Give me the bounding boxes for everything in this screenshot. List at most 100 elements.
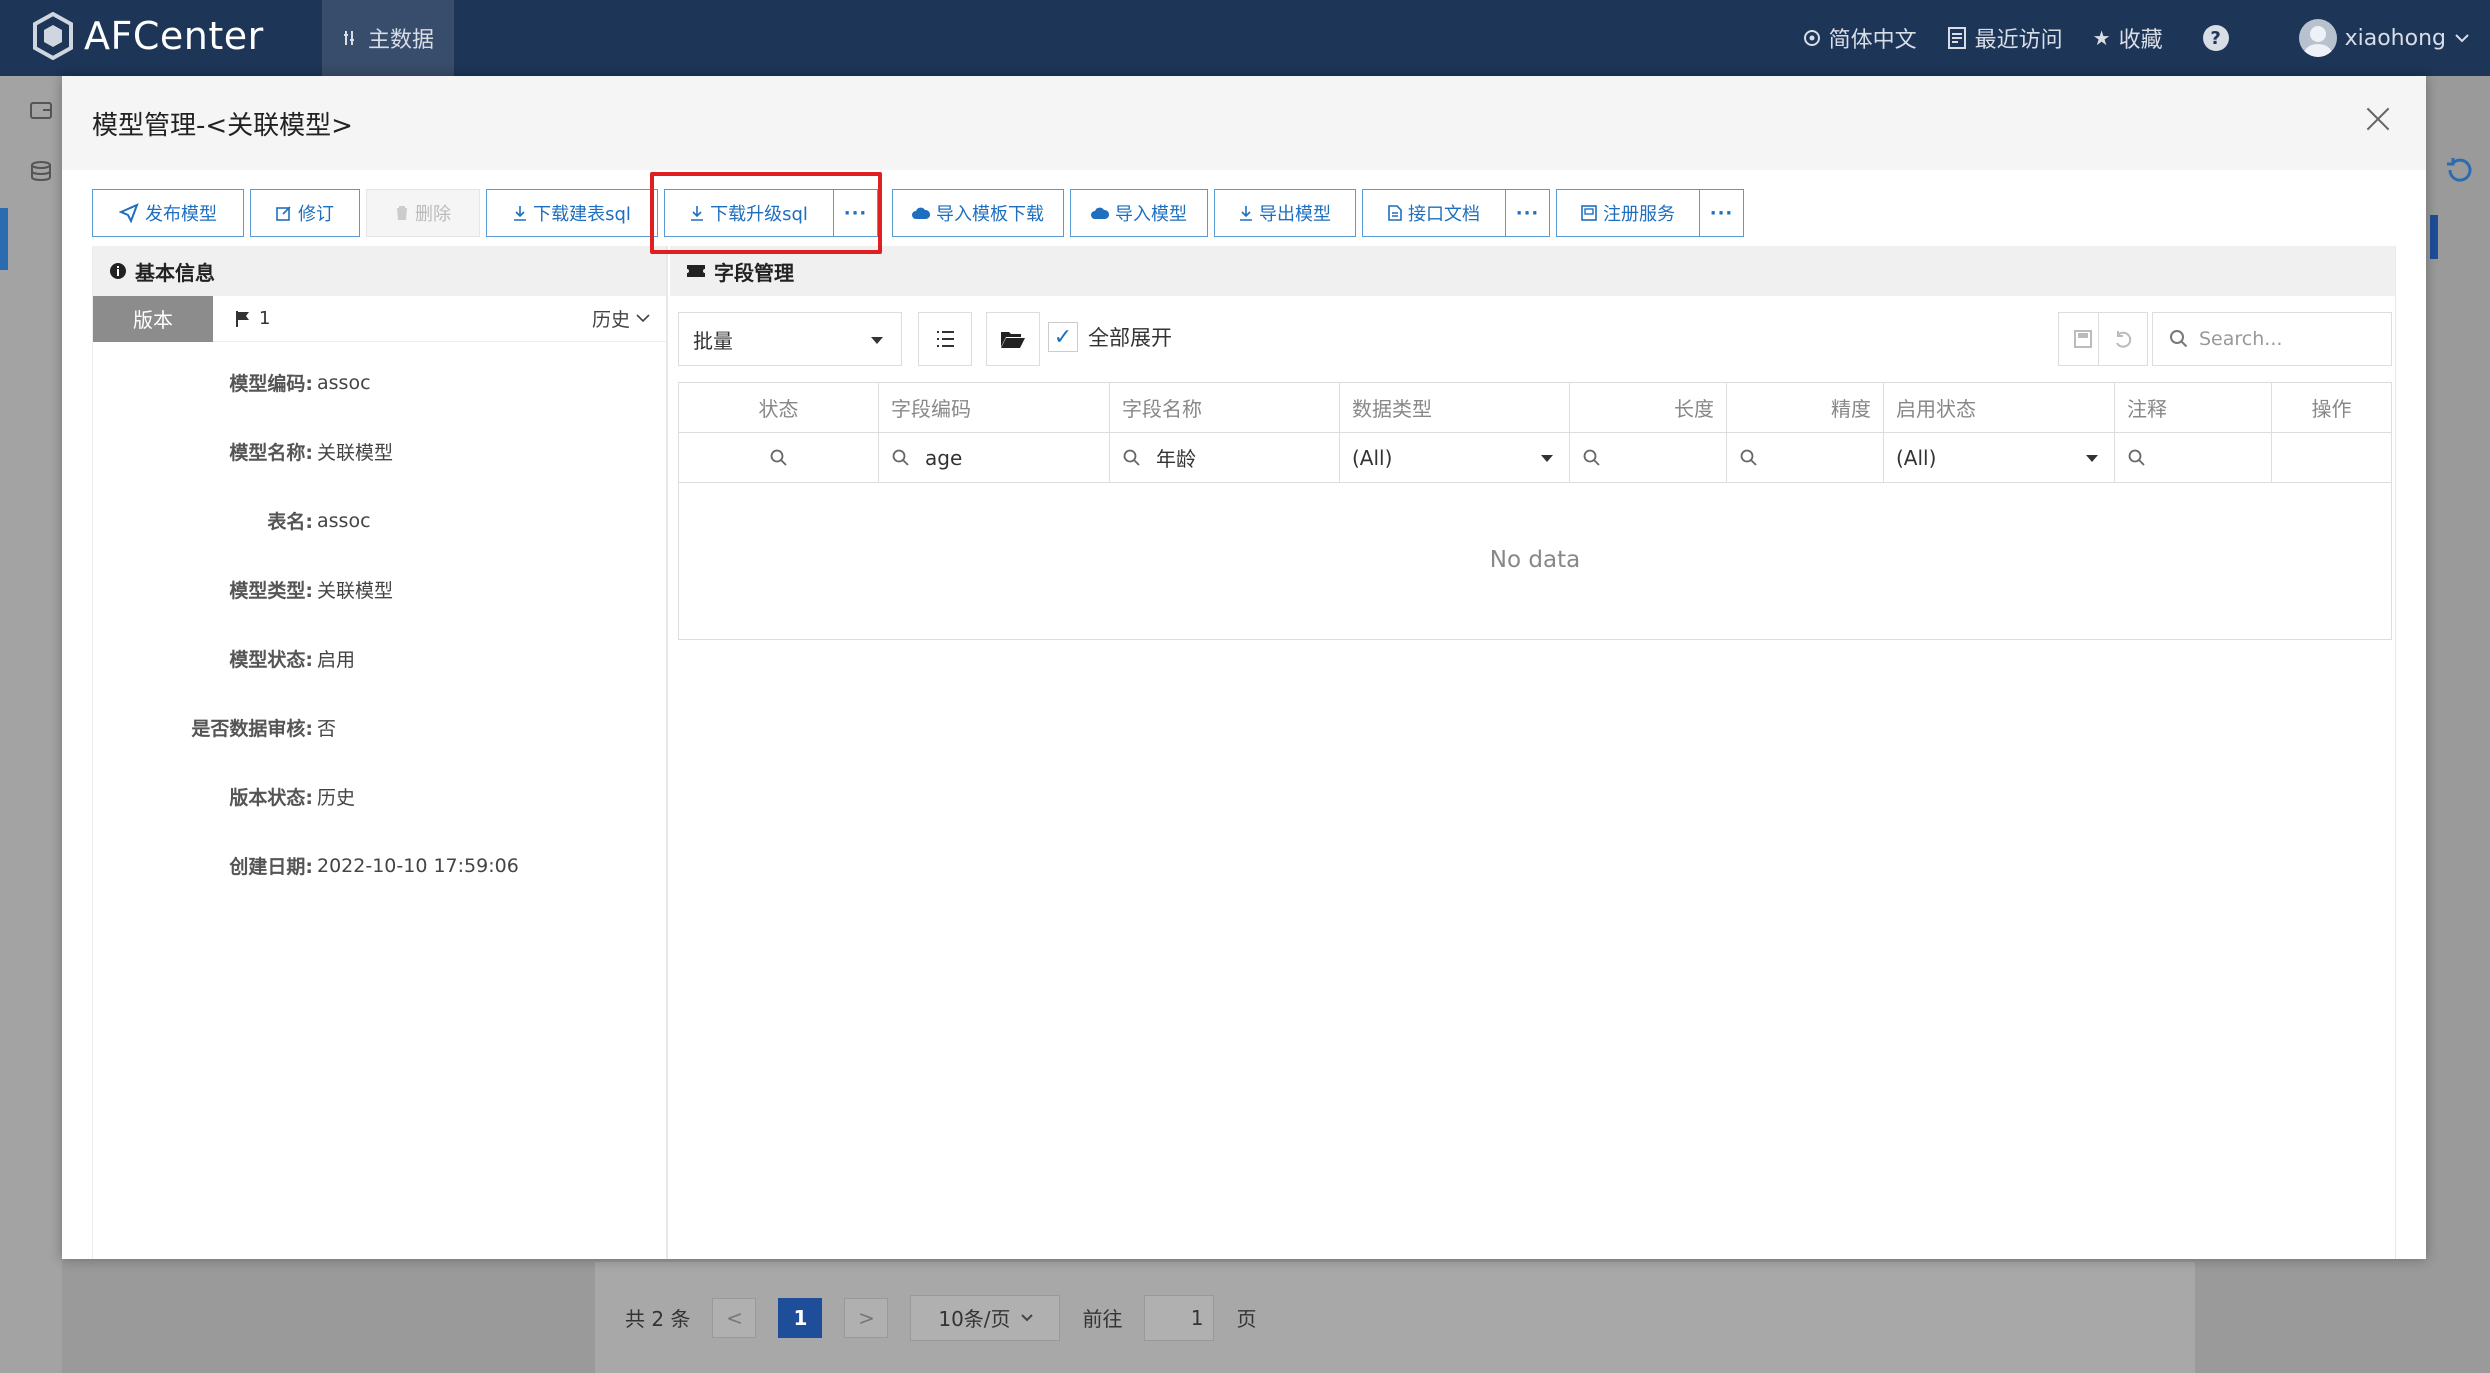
filter-status[interactable] xyxy=(679,433,879,482)
search-icon xyxy=(892,449,909,466)
column-header-label: 字段名称 xyxy=(1122,397,1202,421)
expand-all-label: 全部展开 xyxy=(1088,326,1172,350)
pagination-current-page[interactable]: 1 xyxy=(778,1297,823,1338)
dialog-header: 模型管理-<关联模型> xyxy=(62,76,2426,170)
info-row-model-code: 模型编码: assoc xyxy=(93,348,666,417)
save-icon xyxy=(2074,330,2092,348)
app-logo[interactable]: AFCenter xyxy=(32,12,264,60)
register-service-button[interactable]: 注册服务 xyxy=(1556,189,1700,237)
column-header-precision[interactable]: 精度 xyxy=(1727,383,1884,432)
field-search-input[interactable]: Search... xyxy=(2152,312,2392,366)
api-doc-group: 接口文档 ··· xyxy=(1362,189,1550,237)
language-switch[interactable]: 简体中文 xyxy=(1803,22,1917,54)
search-icon xyxy=(1740,449,1757,466)
filter-enable-status-value: (All) xyxy=(1896,445,1937,470)
background-blue-marker xyxy=(2430,215,2438,259)
download-create-sql-label: 下载建表sql xyxy=(533,204,631,225)
basic-info-title: 基本信息 xyxy=(135,260,215,285)
export-model-button[interactable]: 导出模型 xyxy=(1214,189,1356,237)
undo-button[interactable] xyxy=(2098,312,2148,366)
column-header-label: 字段编码 xyxy=(891,397,971,421)
edit-icon xyxy=(276,206,291,221)
delete-button[interactable]: 删除 xyxy=(366,189,480,237)
help-icon[interactable]: ? xyxy=(2202,25,2229,51)
search-icon xyxy=(1583,449,1600,466)
filter-field-name-value: 年龄 xyxy=(1156,447,1196,471)
delete-label: 删除 xyxy=(415,204,451,225)
nav-item-master-data[interactable]: 主数据 xyxy=(322,0,454,76)
globe-icon xyxy=(1803,30,1820,46)
pagination-prev-button[interactable]: < xyxy=(712,1297,757,1338)
filter-data-type[interactable]: (All) xyxy=(1340,433,1570,482)
expand-all-checkbox[interactable]: ✓ 全部展开 xyxy=(1048,322,1172,352)
publish-model-button[interactable]: 发布模型 xyxy=(92,189,244,237)
import-model-button[interactable]: 导入模型 xyxy=(1070,189,1208,237)
download-create-sql-button[interactable]: 下载建表sql xyxy=(486,189,658,237)
column-header-comment[interactable]: 注释 xyxy=(2115,383,2272,432)
trash-icon xyxy=(396,206,408,220)
favorites[interactable]: ★ 收藏 xyxy=(2093,22,2163,54)
history-dropdown[interactable]: 历史 xyxy=(592,305,650,332)
list-view-button[interactable] xyxy=(918,312,972,366)
column-header-enable-status[interactable]: 启用状态 xyxy=(1884,383,2115,432)
filter-precision[interactable] xyxy=(1727,433,1884,482)
search-icon xyxy=(1123,449,1140,466)
column-header-status[interactable]: 状态 xyxy=(679,383,879,432)
caret-down-icon xyxy=(871,337,883,344)
history-label: 历史 xyxy=(591,309,630,331)
more-options-button[interactable]: ··· xyxy=(1506,189,1550,237)
register-service-group: 注册服务 ··· xyxy=(1556,189,1744,237)
download-icon xyxy=(514,206,527,221)
column-header-actions[interactable]: 操作 xyxy=(2272,383,2391,432)
refresh-icon[interactable] xyxy=(2430,140,2490,220)
version-tab[interactable]: 版本 xyxy=(93,295,213,342)
folder-open-icon xyxy=(1001,332,1025,348)
batch-select[interactable]: 批量 xyxy=(678,312,902,366)
basic-info-panel: 基本信息 版本 1 历史 模型编码: assoc 模型名称: 关联模型 表名: ass… xyxy=(92,246,668,1259)
field-management-panel: 字段管理 批量 ✓ 全部展开 Search... 状态 字段编码 字段名称 数据… xyxy=(670,246,2396,1259)
open-folder-button[interactable] xyxy=(986,312,1040,366)
column-header-field-code[interactable]: 字段编码 xyxy=(879,383,1110,432)
user-menu[interactable]: xiaohong xyxy=(2298,19,2470,57)
model-management-dialog: 模型管理-<关联模型> 发布模型 修订 删除 下载建表sql 下载升级sql ·… xyxy=(62,76,2426,1259)
filter-enable-status[interactable]: (All) xyxy=(1884,433,2115,482)
import-template-download-button[interactable]: 导入模板下载 xyxy=(892,189,1064,237)
filter-comment[interactable] xyxy=(2115,433,2272,482)
cloud-icon xyxy=(912,207,930,219)
info-label: 版本状态: xyxy=(229,787,313,809)
recent-visits[interactable]: 最近访问 xyxy=(1947,22,2063,54)
version-number: 1 xyxy=(235,308,270,329)
window-icon xyxy=(1581,205,1597,221)
column-header-data-type[interactable]: 数据类型 xyxy=(1340,383,1570,432)
info-value: 启用 xyxy=(317,649,356,671)
page-size-select[interactable]: 10条/页 xyxy=(910,1294,1061,1341)
revise-button[interactable]: 修订 xyxy=(250,189,360,237)
info-value: assoc xyxy=(317,371,371,394)
column-header-label: 数据类型 xyxy=(1352,397,1432,421)
info-value: 关联模型 xyxy=(317,580,394,602)
pagination-goto-input[interactable]: 1 xyxy=(1144,1294,1215,1341)
list-icon xyxy=(937,331,954,347)
revise-label: 修订 xyxy=(298,204,334,225)
api-doc-button[interactable]: 接口文档 xyxy=(1362,189,1506,237)
search-icon xyxy=(2128,449,2145,466)
info-value: 否 xyxy=(317,718,337,740)
file-text-icon xyxy=(1388,205,1402,221)
batch-select-value: 批量 xyxy=(693,328,733,353)
pagination-next-button[interactable]: > xyxy=(844,1297,889,1338)
basic-info-header: 基本信息 xyxy=(93,246,666,296)
close-icon[interactable] xyxy=(2364,104,2392,132)
background-pagination: 共 2 条 < 1 > 10条/页 前往 1 页 xyxy=(595,1262,2195,1373)
field-filter-bar: 批量 ✓ 全部展开 Search... xyxy=(678,312,2394,368)
sliders-icon xyxy=(343,31,354,45)
column-header-length[interactable]: 长度 xyxy=(1570,383,1727,432)
more-options-button[interactable]: ··· xyxy=(1700,189,1744,237)
page-size-value: 10条/页 xyxy=(938,1307,1011,1331)
filter-field-code[interactable]: age xyxy=(879,433,1110,482)
column-header-field-name[interactable]: 字段名称 xyxy=(1110,383,1340,432)
nav-item-label: 主数据 xyxy=(367,28,434,53)
filter-length[interactable] xyxy=(1570,433,1727,482)
filter-field-name[interactable]: 年龄 xyxy=(1110,433,1340,482)
avatar xyxy=(2298,19,2337,57)
highlight-box xyxy=(650,172,882,254)
